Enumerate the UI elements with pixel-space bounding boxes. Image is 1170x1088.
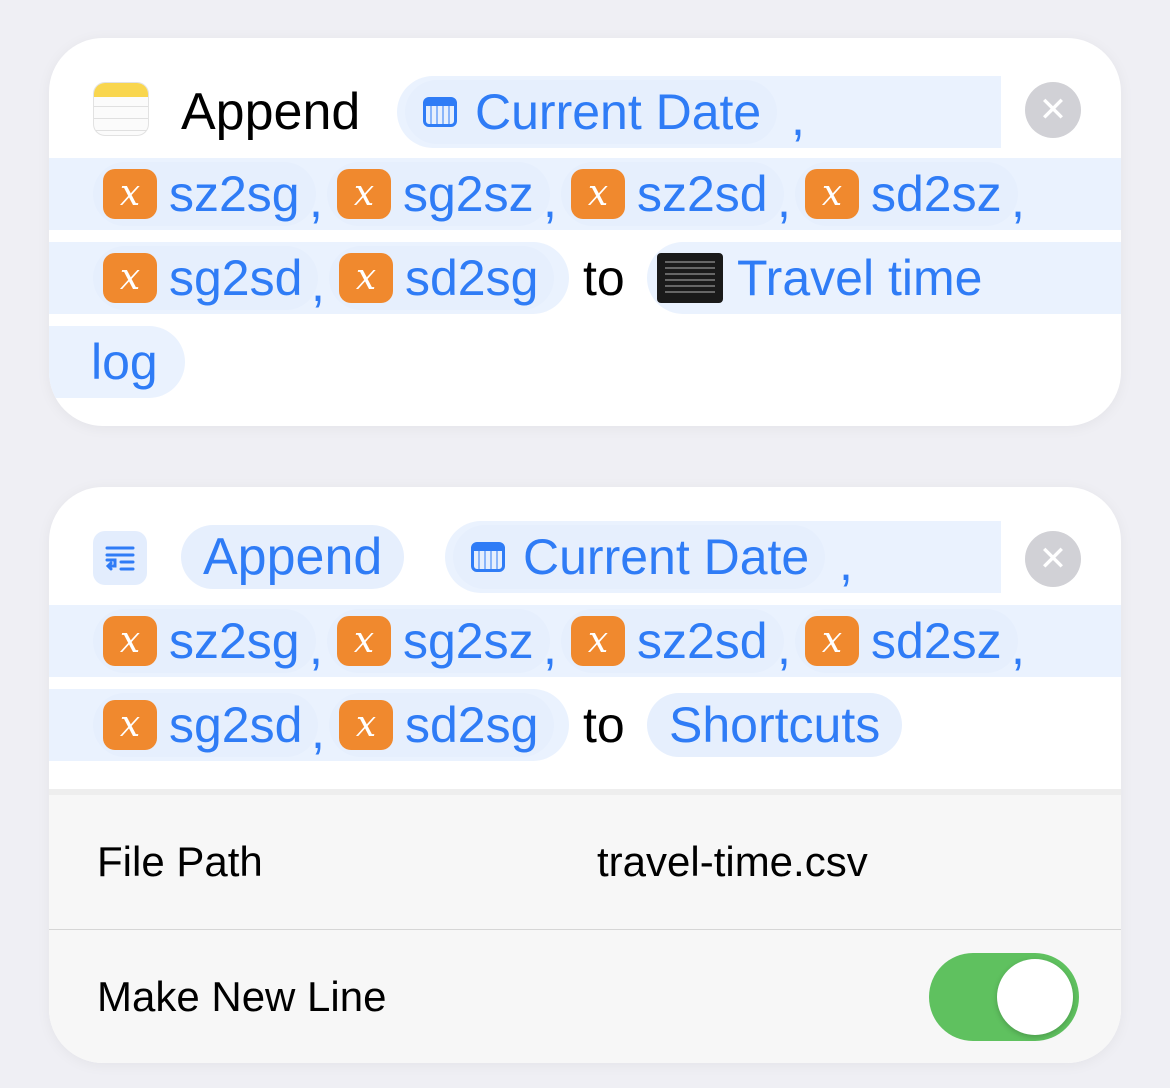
action-line-1: Append Current Date , — [49, 521, 1121, 593]
variable-icon: x — [339, 700, 393, 750]
action-line-4: log — [49, 326, 1121, 398]
make-new-line-label: Make New Line — [97, 973, 387, 1020]
variable-token[interactable]: x sz2sd — [561, 609, 784, 673]
action-line-3: x sg2sd , x sd2sg to Travel time — [49, 242, 1121, 314]
variable-icon: x — [339, 253, 393, 303]
action-line-2: x sz2sg , x sg2sz , x sz2sd , x sd2sz , — [49, 158, 1121, 230]
variable-token[interactable]: x sd2sz — [795, 162, 1018, 226]
variable-icon: x — [103, 616, 157, 666]
remove-action-button[interactable]: ✕ — [1025, 531, 1081, 587]
action-line-3: x sg2sd , x sd2sg to Shortcuts — [49, 689, 1121, 761]
to-label: to — [583, 250, 625, 306]
xmark-icon: ✕ — [1038, 91, 1068, 129]
calendar-icon — [423, 97, 457, 127]
to-label: to — [583, 697, 625, 753]
action-line-2: x sz2sg , x sg2sz , x sz2sd , x sd2sz , — [49, 605, 1121, 677]
variable-icon: x — [337, 616, 391, 666]
variable-icon: x — [103, 253, 157, 303]
variable-icon: x — [805, 169, 859, 219]
current-date-token[interactable]: Current Date — [453, 525, 826, 589]
toggle-knob — [997, 959, 1073, 1035]
variable-icon: x — [571, 169, 625, 219]
append-to-note-action: Append Current Date , ✕ x sz2sg , x sg2sz … — [49, 38, 1121, 426]
current-date-token[interactable]: Current Date — [405, 80, 778, 144]
variable-icon: x — [805, 616, 859, 666]
variable-token[interactable]: x sz2sg — [93, 162, 316, 226]
variable-icon: x — [103, 700, 157, 750]
calendar-icon — [471, 542, 505, 572]
variable-token[interactable]: x sg2sd — [93, 693, 319, 757]
action-verb: Append — [181, 83, 361, 141]
variable-token[interactable]: x sd2sg — [329, 246, 555, 310]
note-token-continued[interactable]: log — [91, 330, 158, 394]
file-path-row[interactable]: File Path travel-time.csv — [49, 795, 1121, 929]
variable-icon: x — [571, 616, 625, 666]
variable-token[interactable]: x sz2sd — [561, 162, 784, 226]
variable-token[interactable]: x sg2sz — [327, 162, 550, 226]
append-mode-token[interactable]: Append — [181, 525, 405, 589]
variable-token[interactable]: x sd2sz — [795, 609, 1018, 673]
action-parameters: File Path travel-time.csv Make New Line — [49, 789, 1121, 1063]
variable-icon: x — [103, 169, 157, 219]
variable-token[interactable]: x sd2sg — [329, 693, 555, 757]
append-to-file-action: Append Current Date , ✕ x sz2sg , x sg2sz … — [49, 487, 1121, 1063]
variable-token[interactable]: x sz2sg — [93, 609, 316, 673]
make-new-line-toggle[interactable] — [929, 953, 1079, 1041]
action-line-1: Append Current Date , — [49, 76, 1121, 148]
remove-action-button[interactable]: ✕ — [1025, 82, 1081, 138]
variable-token[interactable]: x sg2sz — [327, 609, 550, 673]
file-path-value[interactable]: travel-time.csv — [597, 838, 868, 886]
variable-icon: x — [337, 169, 391, 219]
file-path-label: File Path — [97, 838, 263, 885]
make-new-line-row: Make New Line — [49, 930, 1121, 1063]
destination-folder-token[interactable]: Shortcuts — [647, 693, 903, 757]
variable-token[interactable]: x sg2sd — [93, 246, 319, 310]
xmark-icon: ✕ — [1038, 540, 1068, 578]
note-token[interactable]: Travel time — [647, 246, 998, 310]
note-thumbnail-icon — [657, 253, 723, 303]
